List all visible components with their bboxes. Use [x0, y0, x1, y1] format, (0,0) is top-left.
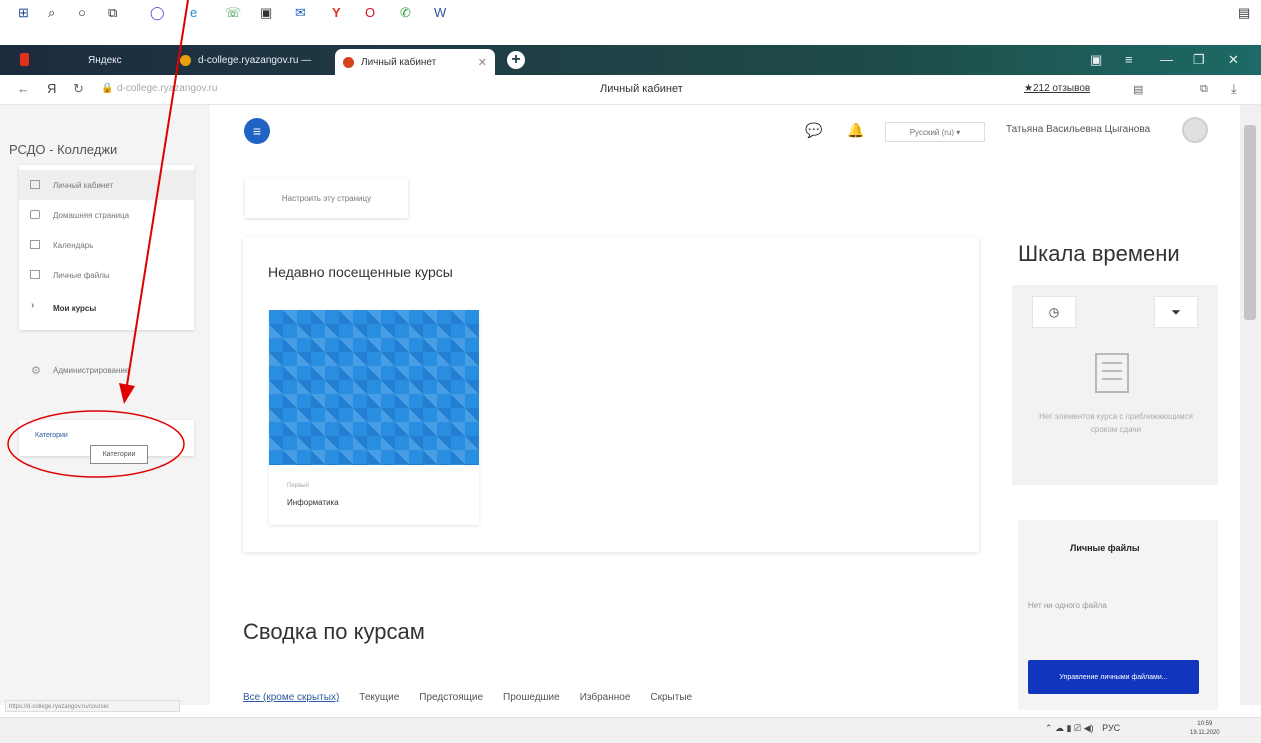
annotation-overlay [7, 0, 189, 478]
annotation-arrowhead [119, 383, 135, 404]
annotation-arrow-line [126, 0, 189, 386]
annotation-ellipse [7, 410, 185, 478]
